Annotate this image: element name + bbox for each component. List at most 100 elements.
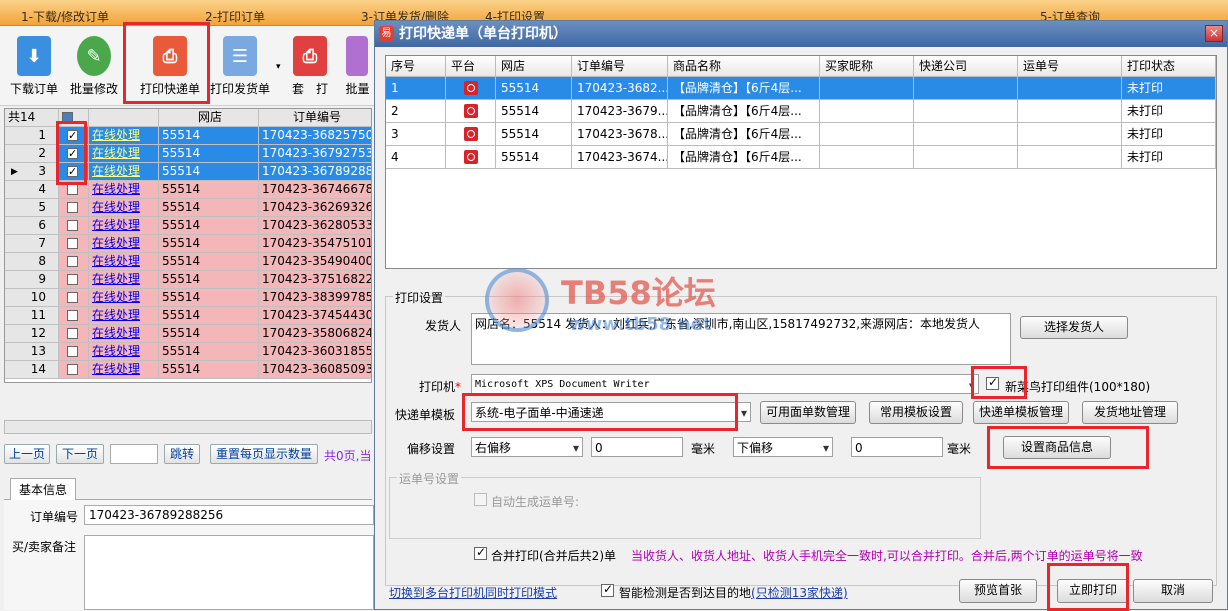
online-process-link[interactable]: 在线处理 <box>92 326 140 340</box>
horizontal-offset-select[interactable]: 右偏移 <box>471 437 583 457</box>
table-row[interactable]: 7 在线处理 55514 170423-354751013 <box>5 235 371 253</box>
reset-page-size-button[interactable]: 重置每页显示数量 <box>210 444 318 464</box>
prev-page-button[interactable]: 上一页 <box>4 444 50 464</box>
table-row[interactable]: 10 在线处理 55514 170423-383997856 <box>5 289 371 307</box>
status-link[interactable]: 在线处理 <box>89 163 159 181</box>
smart-check-link[interactable]: (只检测13家快递) <box>751 586 848 600</box>
vertical-offset-input[interactable]: 0 <box>851 437 943 457</box>
row-checkbox[interactable] <box>59 325 89 343</box>
close-button[interactable]: × <box>1205 25 1223 42</box>
column-header[interactable]: 快递公司 <box>914 56 1018 77</box>
tab-print-orders[interactable]: 2-打印订单 <box>150 0 320 26</box>
select-all-checkbox[interactable] <box>59 109 89 127</box>
merge-print-checkbox[interactable] <box>474 545 487 560</box>
status-link[interactable]: 在线处理 <box>89 235 159 253</box>
column-header[interactable]: 平台 <box>446 56 496 77</box>
table-row[interactable]: 11 在线处理 55514 170423-374544303 <box>5 307 371 325</box>
row-checkbox[interactable] <box>59 271 89 289</box>
column-header[interactable]: 商品名称 <box>668 56 820 77</box>
print-express-button[interactable]: ⎙ 打印快递单 <box>140 34 200 104</box>
online-process-link[interactable]: 在线处理 <box>92 254 140 268</box>
order-no-field[interactable]: 170423-36789288256 <box>84 505 374 525</box>
common-template-button[interactable]: 常用模板设置 <box>869 401 963 424</box>
column-header[interactable]: 买家昵称 <box>820 56 914 77</box>
cancel-button[interactable]: 取消 <box>1133 579 1213 603</box>
table-row[interactable]: 1 55514 170423-3682... 【品牌清仓】【6斤4层... 未打印 <box>386 77 1216 100</box>
tab-download-orders[interactable]: 1-下载/修改订单 <box>0 0 130 26</box>
preview-first-button[interactable]: 预览首张 <box>959 579 1037 603</box>
table-row[interactable]: 14 在线处理 55514 170423-360850935 <box>5 361 371 379</box>
table-row[interactable]: 8 在线处理 55514 170423-354904000 <box>5 253 371 271</box>
status-link[interactable]: 在线处理 <box>89 217 159 235</box>
goto-page-button[interactable]: 跳转 <box>164 444 200 464</box>
table-row[interactable]: 3在线处理55514170423-367892882 <box>5 163 371 181</box>
row-checkbox[interactable] <box>59 199 89 217</box>
column-header[interactable]: 运单号 <box>1018 56 1122 77</box>
usable-sheets-button[interactable]: 可用面单数管理 <box>760 401 856 424</box>
online-process-link[interactable]: 在线处理 <box>92 272 140 286</box>
online-process-link[interactable]: 在线处理 <box>92 290 140 304</box>
column-header[interactable]: 网店 <box>496 56 572 77</box>
table-row[interactable]: 12 在线处理 55514 170423-358068240 <box>5 325 371 343</box>
row-checkbox[interactable] <box>59 307 89 325</box>
column-header[interactable]: 打印状态 <box>1122 56 1216 77</box>
table-row[interactable]: 3 55514 170423-3678... 【品牌清仓】【6斤4层... 未打印 <box>386 123 1216 146</box>
online-process-link[interactable]: 在线处理 <box>92 182 140 196</box>
row-checkbox[interactable] <box>59 343 89 361</box>
auto-waybill-checkbox[interactable] <box>474 493 487 506</box>
row-checkbox[interactable] <box>59 289 89 307</box>
table-row[interactable]: 4 在线处理 55514 170423-367466783 <box>5 181 371 199</box>
table-row[interactable]: 5 在线处理 55514 170423-362693269 <box>5 199 371 217</box>
vertical-offset-select[interactable]: 下偏移 <box>733 437 833 457</box>
online-process-link[interactable]: 在线处理 <box>92 146 140 160</box>
switch-multi-printer-link[interactable]: 切换到多台打印机同时打印模式 <box>389 584 557 601</box>
online-process-link[interactable]: 在线处理 <box>92 344 140 358</box>
status-link[interactable]: 在线处理 <box>89 253 159 271</box>
row-checkbox[interactable] <box>59 235 89 253</box>
choose-sender-button[interactable]: 选择发货人 <box>1020 316 1128 339</box>
row-checkbox[interactable] <box>59 181 89 199</box>
table-row[interactable]: 4 55514 170423-3674... 【品牌清仓】【6斤4层... 未打印 <box>386 146 1216 169</box>
status-link[interactable]: 在线处理 <box>89 127 159 145</box>
row-checkbox[interactable] <box>59 145 89 163</box>
table-row[interactable]: 13 在线处理 55514 170423-360318551 <box>5 343 371 361</box>
online-process-link[interactable]: 在线处理 <box>92 218 140 232</box>
goods-info-button[interactable]: 设置商品信息 <box>1003 436 1111 459</box>
set-print-button[interactable]: ⎙ 套 打 <box>280 34 340 104</box>
status-link[interactable]: 在线处理 <box>89 307 159 325</box>
status-link[interactable]: 在线处理 <box>89 361 159 379</box>
table-row[interactable]: 9 在线处理 55514 170423-375168220 <box>5 271 371 289</box>
template-manage-button[interactable]: 快递单模板管理 <box>973 401 1069 424</box>
address-manage-button[interactable]: 发货地址管理 <box>1082 401 1178 424</box>
status-link[interactable]: 在线处理 <box>89 343 159 361</box>
template-select[interactable]: 系统-电子面单-中通速递 <box>471 402 751 422</box>
row-checkbox[interactable] <box>59 361 89 379</box>
basic-info-tab[interactable]: 基本信息 <box>10 478 76 500</box>
online-process-link[interactable]: 在线处理 <box>92 308 140 322</box>
download-orders-button[interactable]: ⬇ 下载订单 <box>4 34 64 104</box>
table-row[interactable]: 2 在线处理 55514170423-367927537 <box>5 145 371 163</box>
online-process-link[interactable]: 在线处理 <box>92 128 140 142</box>
horizontal-offset-input[interactable]: 0 <box>591 437 683 457</box>
print-now-button[interactable]: 立即打印 <box>1057 579 1129 603</box>
horizontal-scrollbar[interactable] <box>4 420 372 434</box>
table-row[interactable]: 1 在线处理 55514170423-368257508 <box>5 127 371 145</box>
status-link[interactable]: 在线处理 <box>89 145 159 163</box>
batch-button[interactable]: 批量 <box>340 34 375 104</box>
online-process-link[interactable]: 在线处理 <box>92 200 140 214</box>
status-link[interactable]: 在线处理 <box>89 325 159 343</box>
status-link[interactable]: 在线处理 <box>89 199 159 217</box>
print-ship-button[interactable]: ☰ 打印发货单 <box>210 34 270 104</box>
row-checkbox[interactable] <box>59 253 89 271</box>
column-header[interactable]: 订单编号 <box>572 56 668 77</box>
online-process-link[interactable]: 在线处理 <box>92 362 140 376</box>
next-page-button[interactable]: 下一页 <box>56 444 104 464</box>
table-row[interactable]: 6 在线处理 55514 170423-362805336 <box>5 217 371 235</box>
page-number-input[interactable] <box>110 444 158 464</box>
column-header[interactable]: 序号 <box>386 56 446 77</box>
smart-check-checkbox[interactable] <box>601 582 614 597</box>
status-link[interactable]: 在线处理 <box>89 289 159 307</box>
status-link[interactable]: 在线处理 <box>89 271 159 289</box>
status-link[interactable]: 在线处理 <box>89 181 159 199</box>
table-row[interactable]: 2 55514 170423-3679... 【品牌清仓】【6斤4层... 未打印 <box>386 100 1216 123</box>
